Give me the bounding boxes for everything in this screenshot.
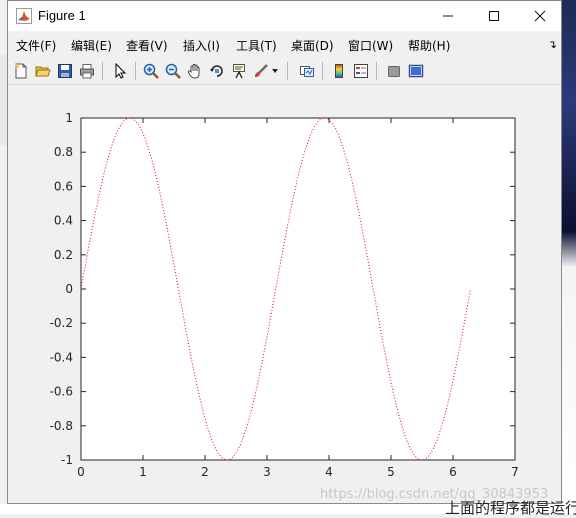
pan-hand-icon[interactable] <box>185 61 205 81</box>
toolbar-separator <box>102 62 103 80</box>
maximize-button[interactable] <box>471 1 517 31</box>
figure-canvas[interactable]: 0 1 2 3 4 5 6 7 -1 -0.8 -0.6 -0.4 -0.2 0 0.2 0.4 0.6 0.8 1 <box>8 85 561 505</box>
y-tick-label: -0.2 <box>50 316 73 330</box>
y-tick-label: -1 <box>61 453 73 467</box>
matlab-logo-icon <box>16 8 32 24</box>
rotate-3d-icon[interactable] <box>207 61 227 81</box>
y-tick-label: -0.8 <box>50 419 73 433</box>
menu-bar: 文件(F) 编辑(E) 查看(V) 插入(I) 工具(T) 桌面(D) 窗口(W… <box>8 31 561 57</box>
menu-file[interactable]: 文件(F) <box>16 37 56 54</box>
brush-icon[interactable] <box>251 61 271 81</box>
show-plot-tools-icon[interactable] <box>406 61 426 81</box>
toolbar-separator <box>287 62 288 80</box>
y-tick-label: 0.8 <box>54 145 73 159</box>
legend-icon[interactable] <box>351 61 371 81</box>
window-title: Figure 1 <box>38 8 86 23</box>
new-figure-icon[interactable] <box>11 61 31 81</box>
x-tick-label: 2 <box>201 465 209 479</box>
x-tick-label: 3 <box>263 465 271 479</box>
zoom-in-icon[interactable] <box>141 61 161 81</box>
save-icon[interactable] <box>55 61 75 81</box>
link-plot-icon[interactable] <box>297 61 317 81</box>
y-tick-label: 0.4 <box>54 214 73 228</box>
figure-window: Figure 1 文件(F) 编辑(E) 查看(V) 插入(I) 工具(T) 桌… <box>7 0 562 504</box>
background-partial-text: 上面的程序都是运行 <box>445 499 576 517</box>
print-icon[interactable] <box>77 61 97 81</box>
y-tick-label: -0.6 <box>50 385 73 399</box>
menu-edit[interactable]: 编辑(E) <box>71 37 112 54</box>
colorbar-icon[interactable] <box>329 61 349 81</box>
open-file-icon[interactable] <box>33 61 53 81</box>
hide-plot-tools-icon[interactable] <box>384 61 404 81</box>
figure-toolbar <box>8 57 561 85</box>
maximize-icon <box>489 11 499 21</box>
toolbar-separator <box>322 62 323 80</box>
menu-desktop[interactable]: 桌面(D) <box>291 37 334 54</box>
minimize-button[interactable] <box>425 1 471 31</box>
close-icon <box>534 10 546 22</box>
x-tick-label: 5 <box>387 465 395 479</box>
x-tick-label: 1 <box>139 465 147 479</box>
brush-dropdown-icon[interactable] <box>270 61 280 81</box>
select-arrow-icon[interactable] <box>110 61 130 81</box>
x-tick-label: 4 <box>325 465 333 479</box>
data-cursor-icon[interactable] <box>229 61 249 81</box>
toolbar-separator <box>376 62 377 80</box>
menu-insert[interactable]: 插入(I) <box>183 37 220 54</box>
background-desktop-right <box>562 0 576 514</box>
x-tick-label: 7 <box>511 465 519 479</box>
menu-tools[interactable]: 工具(T) <box>236 37 277 54</box>
toolbar-separator <box>135 62 136 80</box>
close-button[interactable] <box>517 1 563 31</box>
x-tick-label: 0 <box>77 465 85 479</box>
y-tick-label: -0.4 <box>50 350 73 364</box>
menu-overflow-icon[interactable]: ↴ <box>548 38 557 51</box>
axes[interactable]: 0 1 2 3 4 5 6 7 -1 -0.8 -0.6 -0.4 -0.2 0 0.2 0.4 0.6 0.8 1 <box>8 85 561 505</box>
y-tick-label: 1 <box>65 111 73 125</box>
y-tick-label: 0.2 <box>54 248 73 262</box>
menu-view[interactable]: 查看(V) <box>126 37 168 54</box>
y-tick-label: 0.6 <box>54 179 73 193</box>
x-tick-label: 6 <box>449 465 457 479</box>
title-bar[interactable]: Figure 1 <box>8 1 561 31</box>
y-tick-label: 0 <box>65 282 73 296</box>
menu-window[interactable]: 窗口(W) <box>348 37 393 54</box>
zoom-out-icon[interactable] <box>163 61 183 81</box>
minimize-icon <box>443 15 453 17</box>
axes-background <box>80 117 516 461</box>
menu-help[interactable]: 帮助(H) <box>408 37 450 54</box>
